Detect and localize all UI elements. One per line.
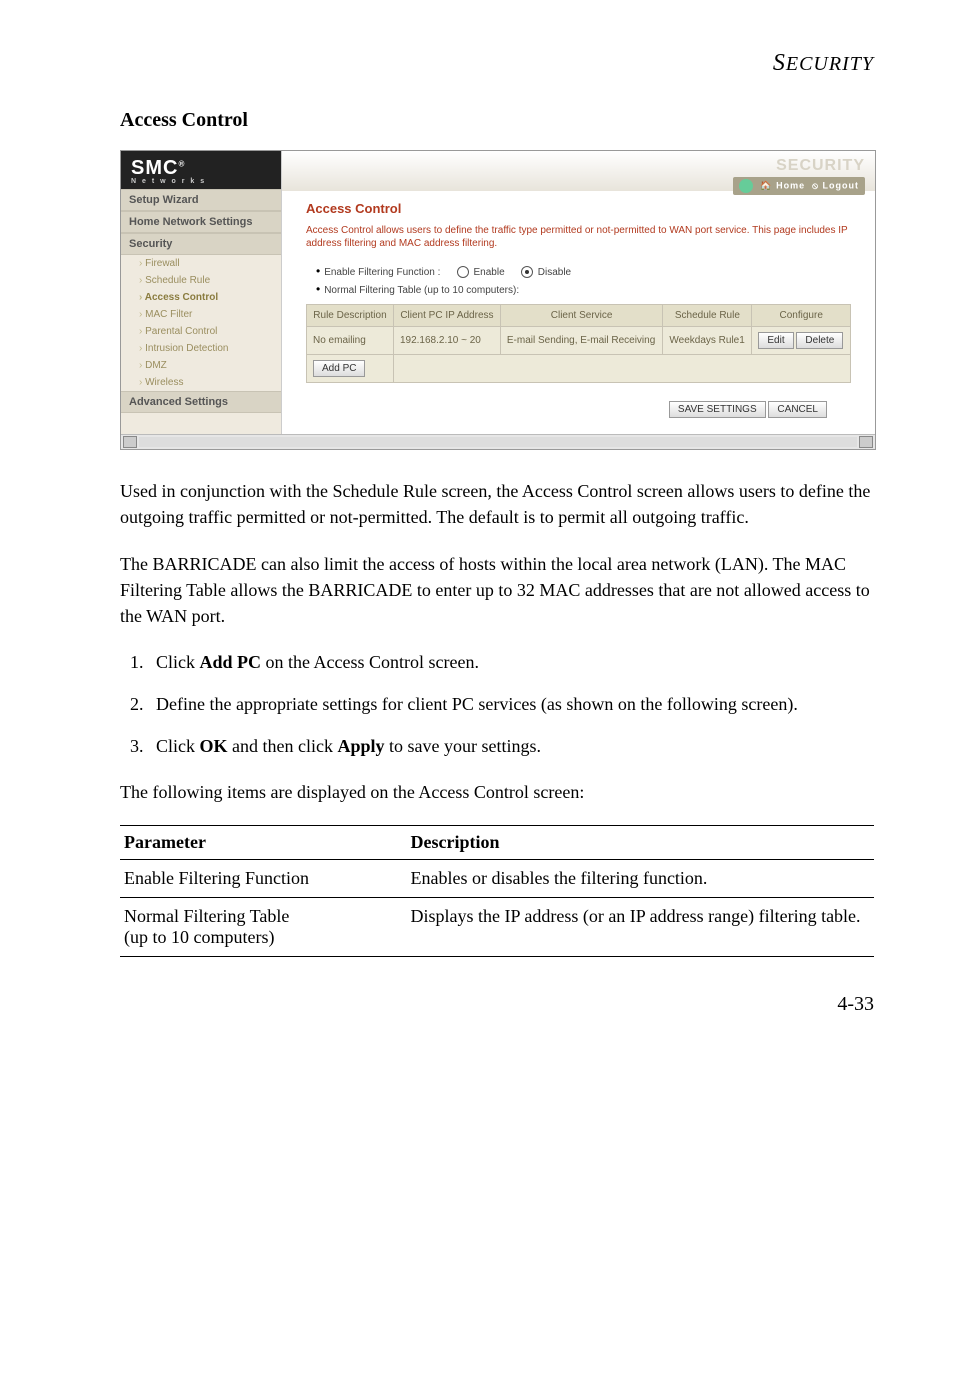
- col-schedule-rule: Schedule Rule: [663, 305, 752, 327]
- embedded-screenshot: SMC® N e t w o r k s Setup Wizard Home N…: [120, 150, 876, 450]
- normal-filtering-label: •Normal Filtering Table (up to 10 comput…: [316, 282, 851, 296]
- parameter-table: Parameter Description Enable Filtering F…: [120, 825, 874, 957]
- col-client-service: Client Service: [500, 305, 663, 327]
- sidebar: SMC® N e t w o r k s Setup Wizard Home N…: [121, 151, 282, 434]
- section-heading: Access Control: [120, 109, 874, 132]
- horizontal-scrollbar[interactable]: [121, 434, 875, 449]
- nav-wireless[interactable]: Wireless: [121, 374, 281, 391]
- table-row: Add PC: [307, 355, 851, 383]
- scroll-right-icon[interactable]: [859, 436, 873, 448]
- paragraph: The BARRICADE can also limit the access …: [120, 551, 874, 629]
- nav-setup-wizard[interactable]: Setup Wizard: [121, 189, 281, 211]
- topbar: SECURITY 🏠 Home ⦸ Logout: [282, 151, 875, 191]
- page-number: 4-33: [120, 993, 874, 1016]
- add-pc-button[interactable]: Add PC: [313, 360, 365, 377]
- nav-home-network[interactable]: Home Network Settings: [121, 211, 281, 233]
- table-row: Normal Filtering Table (up to 10 compute…: [120, 898, 874, 957]
- table-row: Enable Filtering Function Enables or dis…: [120, 860, 874, 898]
- running-header: SECURITY: [120, 50, 874, 77]
- col-parameter: Parameter: [120, 826, 407, 860]
- logout-link[interactable]: ⦸ Logout: [812, 180, 859, 190]
- col-client-ip: Client PC IP Address: [393, 305, 500, 327]
- scroll-left-icon[interactable]: [123, 436, 137, 448]
- edit-button[interactable]: Edit: [758, 332, 793, 349]
- paragraph: Used in conjunction with the Schedule Ru…: [120, 478, 874, 530]
- nav-access-control[interactable]: Access Control: [121, 289, 281, 306]
- globe-icon: [739, 179, 753, 193]
- col-description: Description: [407, 826, 874, 860]
- col-rule-description: Rule Description: [307, 305, 394, 327]
- filtering-table: Rule Description Client PC IP Address Cl…: [306, 304, 851, 383]
- nav-firewall[interactable]: Firewall: [121, 255, 281, 272]
- radio-enable[interactable]: [457, 266, 469, 278]
- cancel-button[interactable]: CANCEL: [768, 401, 827, 418]
- nav-schedule-rule[interactable]: Schedule Rule: [121, 272, 281, 289]
- panel-title: Access Control: [306, 201, 851, 216]
- list-item: Click Add PC on the Access Control scree…: [148, 649, 874, 675]
- nav-dmz[interactable]: DMZ: [121, 357, 281, 374]
- list-item: Click OK and then click Apply to save yo…: [148, 733, 874, 759]
- nav-parental-control[interactable]: Parental Control: [121, 323, 281, 340]
- paragraph: The following items are displayed on the…: [120, 779, 874, 805]
- radio-disable[interactable]: [521, 266, 533, 278]
- logo: SMC® N e t w o r k s: [121, 151, 281, 189]
- enable-filtering-row: •Enable Filtering Function : Enable Disa…: [316, 264, 851, 278]
- nav-advanced[interactable]: Advanced Settings: [121, 391, 281, 413]
- table-row: No emailing 192.168.2.10 ~ 20 E-mail Sen…: [307, 327, 851, 355]
- nav-mac-filter[interactable]: MAC Filter: [121, 306, 281, 323]
- col-configure: Configure: [752, 305, 851, 327]
- nav-security[interactable]: Security: [121, 233, 281, 255]
- nav-intrusion[interactable]: Intrusion Detection: [121, 340, 281, 357]
- list-item: Define the appropriate settings for clie…: [148, 691, 874, 717]
- top-links: 🏠 Home ⦸ Logout: [733, 177, 865, 195]
- steps-list: Click Add PC on the Access Control scree…: [120, 649, 874, 759]
- delete-button[interactable]: Delete: [796, 332, 843, 349]
- home-link[interactable]: 🏠 Home: [760, 180, 805, 190]
- save-settings-button[interactable]: SAVE SETTINGS: [669, 401, 766, 418]
- panel-description: Access Control allows users to define th…: [306, 224, 851, 250]
